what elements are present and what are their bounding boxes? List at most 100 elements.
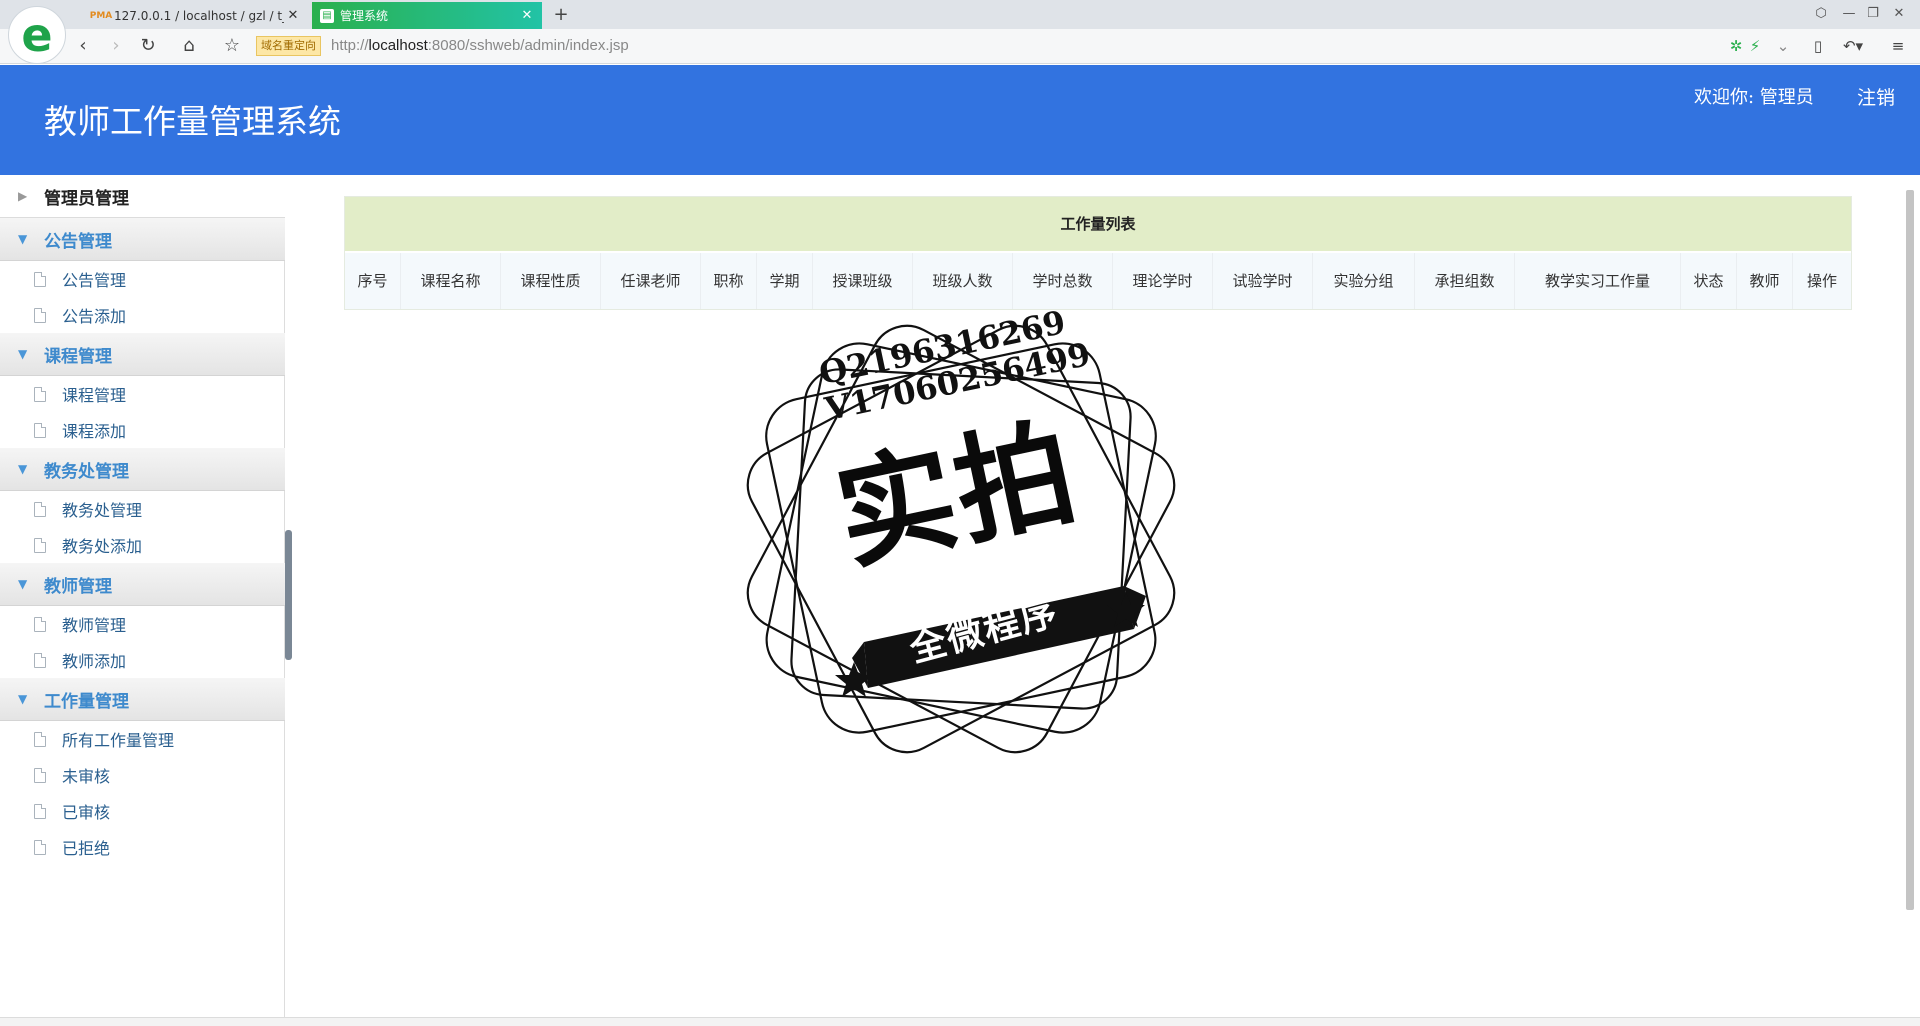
url-scheme: http:// [331, 37, 369, 54]
sidebar-item-label: 公告添加 [62, 307, 127, 326]
document-icon [34, 767, 46, 783]
caret-down-icon: ▼ [18, 692, 28, 706]
document-icon [34, 307, 46, 323]
redirect-badge: 域名重定向 [256, 36, 321, 56]
sidebar-group-label: 课程管理 [44, 346, 112, 367]
tab-title: 127.0.0.1 / localhost / gzl / t_ [114, 8, 284, 23]
sidebar-group-admin[interactable]: ▶ 管理员管理 [0, 175, 285, 218]
sidebar-item-label: 课程管理 [62, 386, 127, 405]
app-header: 教师工作量管理系统 欢迎你: 管理员 注销 [0, 65, 1920, 175]
bookmark-star-icon[interactable]: ☆ [219, 34, 245, 58]
restore-window-button[interactable]: ❐ [1862, 4, 1884, 24]
sidebar-group-label: 教务处管理 [44, 461, 129, 482]
browser-status-bar [0, 1017, 1920, 1026]
document-icon [34, 271, 46, 287]
column-header: 序号 [345, 253, 401, 309]
caret-down-icon: ▼ [18, 232, 28, 246]
sidebar-group-label: 管理员管理 [44, 188, 129, 209]
document-icon [34, 803, 46, 819]
column-header: 课程名称 [401, 253, 501, 309]
screen: PMA 127.0.0.1 / localhost / gzl / t_ ✕ ▤… [0, 0, 1920, 1026]
browser-logo-icon[interactable]: e [8, 6, 66, 64]
sidebar: ▶ 管理员管理 ▼ 公告管理 公告管理 公告添加 ▼ 课程管理 课程管理 课程添… [0, 175, 285, 1017]
browser-tab-admin-system[interactable]: ▤ 管理系统 ✕ [312, 2, 542, 29]
sidebar-item-label: 教务处添加 [62, 537, 143, 556]
table-title: 工作量列表 [345, 197, 1851, 251]
close-tab-icon[interactable]: ✕ [518, 8, 536, 23]
document-icon [34, 731, 46, 747]
url-path: :8080/sshweb/admin/index.jsp [427, 37, 629, 54]
skin-icon[interactable]: ⬡ [1810, 4, 1832, 24]
browser-tab-strip: PMA 127.0.0.1 / localhost / gzl / t_ ✕ ▤… [0, 0, 1920, 29]
column-header: 操作 [1806, 272, 1837, 290]
browser-address-bar: ‹ › ↻ ⌂ ☆ 域名重定向 http://localhost:8080/ss… [0, 29, 1920, 64]
sidebar-item-course-add[interactable]: 课程添加 [0, 412, 285, 448]
content-scrollbar[interactable] [1904, 178, 1916, 923]
sidebar-item-label: 教师管理 [62, 616, 127, 635]
new-tab-button[interactable]: + [550, 2, 572, 27]
close-window-button[interactable]: ✕ [1888, 4, 1910, 24]
sidebar-item-academic-manage[interactable]: 教务处管理 [0, 491, 285, 527]
back-button[interactable]: ‹ [70, 34, 96, 58]
sidebar-item-teacher-manage[interactable]: 教师管理 [0, 606, 285, 642]
sidebar-item-workload-pending[interactable]: 未审核 [0, 757, 285, 793]
column-header: 课程性质 [501, 253, 601, 309]
lightning-icon[interactable]: ⚡ [1746, 35, 1764, 57]
url-field[interactable]: http://localhost:8080/sshweb/admin/index… [331, 36, 629, 56]
workload-table: 工作量列表 序号 课程名称 课程性质 任课老师 职称 学期 授课班级 班级人数 … [344, 196, 1852, 310]
tab-title: 管理系统 [340, 9, 389, 23]
menu-icon[interactable]: ≡ [1886, 35, 1910, 57]
home-button[interactable]: ⌂ [176, 34, 202, 58]
logout-link[interactable]: 注销 [1857, 85, 1895, 111]
document-icon [34, 386, 46, 402]
column-header: 任课老师 [601, 253, 701, 309]
caret-down-icon: ▼ [18, 347, 28, 361]
undo-close-icon[interactable]: ↶▾ [1838, 35, 1868, 57]
sidebar-group-academic[interactable]: ▼ 教务处管理 [0, 448, 285, 491]
document-icon [34, 839, 46, 855]
sidebar-item-label: 已拒绝 [62, 839, 111, 858]
security-shield-icon[interactable]: ✲ [1727, 35, 1745, 57]
sidebar-item-label: 已审核 [62, 803, 111, 822]
sidebar-item-workload-all[interactable]: 所有工作量管理 [0, 721, 285, 757]
welcome-text: 欢迎你: 管理员 [1694, 87, 1814, 108]
sidebar-item-academic-add[interactable]: 教务处添加 [0, 527, 285, 563]
column-header: 试验学时 [1213, 253, 1313, 309]
sidebar-item-label: 未审核 [62, 767, 111, 786]
sidebar-item-notice-add[interactable]: 公告添加 [0, 297, 285, 333]
sidebar-group-notice[interactable]: ▼ 公告管理 [0, 218, 285, 261]
sidebar-item-course-manage[interactable]: 课程管理 [0, 376, 285, 412]
column-header: 实验分组 [1313, 253, 1415, 309]
document-icon [34, 652, 46, 668]
scrollbar-thumb[interactable] [1906, 190, 1914, 910]
document-icon [34, 501, 46, 517]
pma-favicon-icon: PMA [89, 10, 113, 21]
page-favicon-icon: ▤ [320, 8, 334, 23]
sidebar-splitter-handle[interactable] [285, 530, 292, 660]
sidebar-group-workload[interactable]: ▼ 工作量管理 [0, 678, 285, 721]
sidebar-item-workload-approved[interactable]: 已审核 [0, 793, 285, 829]
forward-button[interactable]: › [103, 34, 129, 58]
column-header: 承担组数 [1415, 253, 1515, 309]
page-title: 教师工作量管理系统 [44, 102, 341, 141]
chevron-down-icon[interactable]: ⌄ [1774, 35, 1792, 57]
reading-mode-icon[interactable]: ▯ [1807, 35, 1829, 57]
sidebar-item-teacher-add[interactable]: 教师添加 [0, 642, 285, 678]
sidebar-group-label: 公告管理 [44, 231, 112, 252]
column-header: 教学实习工作量 [1515, 253, 1681, 309]
sidebar-item-label: 课程添加 [62, 422, 127, 441]
sidebar-group-course[interactable]: ▼ 课程管理 [0, 333, 285, 376]
sidebar-item-label: 教师添加 [62, 652, 127, 671]
document-icon [34, 537, 46, 553]
reload-button[interactable]: ↻ [135, 34, 161, 58]
column-header: 状态 [1681, 253, 1737, 309]
sidebar-group-label: 教师管理 [44, 576, 112, 597]
browser-tab-phpmyadmin[interactable]: PMA 127.0.0.1 / localhost / gzl / t_ ✕ [86, 2, 308, 29]
close-tab-icon[interactable]: ✕ [284, 8, 302, 23]
sidebar-item-label: 所有工作量管理 [62, 731, 175, 750]
sidebar-item-notice-manage[interactable]: 公告管理 [0, 261, 285, 297]
sidebar-group-teacher[interactable]: ▼ 教师管理 [0, 563, 285, 606]
sidebar-item-workload-rejected[interactable]: 已拒绝 [0, 829, 285, 865]
watermark-stamp: Q2196316269 V17060256499 实拍 全微程序 [716, 296, 1206, 782]
minimize-window-button[interactable]: — [1838, 4, 1860, 24]
